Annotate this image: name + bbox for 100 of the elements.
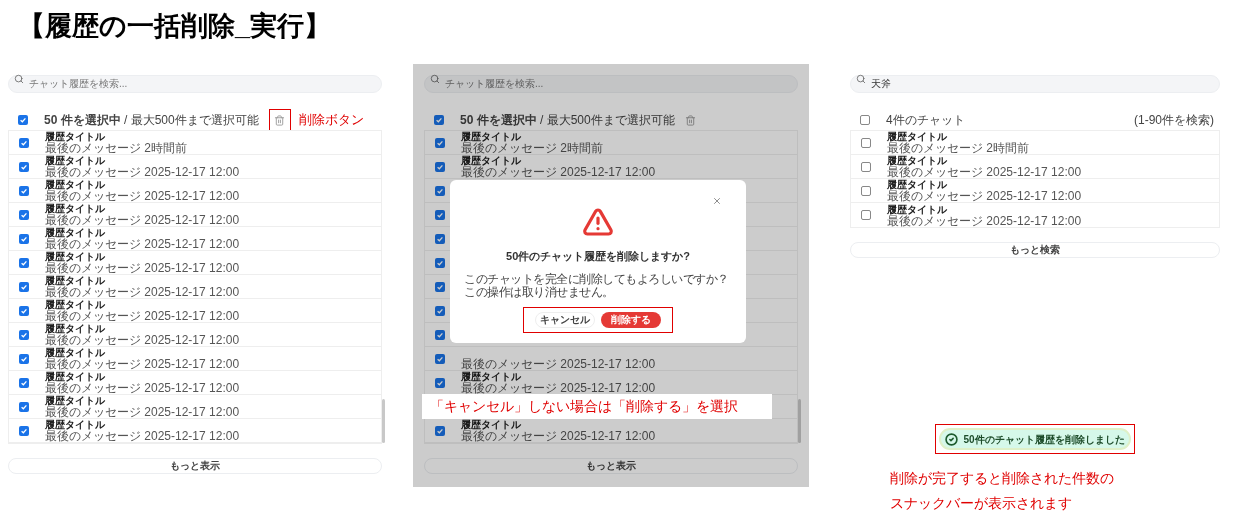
row-subtitle: 最後のメッセージ 2025-12-17 12:00: [45, 190, 240, 202]
checkbox[interactable]: [435, 209, 445, 220]
annotation-note: スナックバーが表示されます: [890, 494, 1073, 513]
row-title: 履歴タイトル: [887, 131, 948, 142]
row-subtitle: 最後のメッセージ 2025-12-17 12:00: [461, 430, 656, 442]
row-title: 履歴タイトル: [461, 419, 522, 430]
row-subtitle: 最後のメッセージ 2025-12-17 12:00: [45, 214, 240, 226]
row-subtitle: 最後のメッセージ 2025-12-17 12:00: [45, 334, 240, 346]
delete-button[interactable]: 削除する: [601, 311, 661, 328]
annotation-label: 「キャンセル」しない場合は「削除する」を選択: [422, 394, 772, 419]
checkbox[interactable]: [19, 257, 29, 268]
checkbox[interactable]: [434, 115, 444, 125]
row-subtitle: 最後のメッセージ 2025-12-17 12:00: [45, 286, 240, 298]
row-subtitle: 最後のメッセージ 2025-12-17 12:00: [45, 382, 240, 394]
checkbox[interactable]: [861, 210, 871, 220]
row-subtitle: 最後のメッセージ 2025-12-17 12:00: [887, 166, 1082, 178]
checkbox[interactable]: [435, 281, 445, 292]
checkbox[interactable]: [435, 185, 445, 196]
search-icon: [14, 74, 24, 84]
row-subtitle: 最後のメッセージ 2025-12-17 12:00: [461, 166, 656, 178]
more-button[interactable]: もっと検索: [850, 242, 1220, 258]
checkbox[interactable]: [861, 161, 871, 172]
checkbox[interactable]: [861, 137, 871, 148]
search-icon: [430, 74, 440, 84]
checkbox[interactable]: [435, 257, 445, 268]
annotation-note: 削除が完了すると削除された件数の: [890, 469, 1115, 488]
row-subtitle: 最後のメッセージ 2時間前: [887, 142, 1029, 154]
checkbox[interactable]: [861, 185, 871, 196]
row-title: 履歴タイトル: [45, 347, 106, 358]
row-title: 履歴タイトル: [45, 227, 106, 238]
row-title: 履歴タイトル: [461, 371, 522, 382]
row-subtitle: 最後のメッセージ 2025-12-17 12:00: [461, 358, 656, 370]
close-icon[interactable]: [712, 196, 722, 206]
scrollbar[interactable]: [798, 399, 801, 443]
search-field[interactable]: チャット履歴を検索...: [424, 74, 798, 93]
row-title: 履歴タイトル: [887, 203, 948, 215]
check-icon: [945, 432, 959, 446]
row-title: 履歴タイトル: [45, 251, 106, 262]
trash-icon[interactable]: [684, 114, 696, 126]
checkbox[interactable]: [435, 329, 445, 340]
more-button[interactable]: もっと表示: [8, 458, 382, 474]
row-subtitle: 最後のメッセージ 2025-12-17 12:00: [887, 214, 1082, 227]
checkbox[interactable]: [19, 377, 29, 388]
checkbox[interactable]: [435, 425, 445, 436]
row-title: 履歴タイトル: [887, 155, 948, 166]
row-subtitle: 最後のメッセージ 2025-12-17 12:00: [45, 406, 240, 418]
checkbox[interactable]: [18, 115, 28, 125]
checkbox[interactable]: [19, 305, 29, 316]
row-title: 履歴タイトル: [45, 275, 106, 286]
row-title: 履歴タイトル: [45, 131, 106, 142]
checkbox[interactable]: [19, 281, 29, 292]
more-button[interactable]: もっと表示: [424, 458, 798, 474]
checkbox[interactable]: [19, 233, 29, 244]
checkbox[interactable]: [435, 137, 445, 148]
search-icon: [856, 74, 866, 84]
checkbox[interactable]: [19, 425, 29, 436]
checkbox[interactable]: [19, 161, 29, 172]
selection-count: 50 件を選択中 / 最大500件まで選択可能: [44, 112, 259, 129]
row-subtitle: 最後のメッセージ 2025-12-17 12:00: [45, 358, 240, 370]
result-count: (1-90件を検索): [1134, 112, 1214, 129]
row-subtitle: 最後のメッセージ 2時間前: [461, 142, 603, 154]
row-title: 履歴タイトル: [45, 395, 106, 406]
row-subtitle: 最後のメッセージ 2時間前: [45, 142, 187, 154]
checkbox[interactable]: [435, 377, 445, 388]
row-title: 履歴タイトル: [461, 131, 522, 142]
selection-count: 4件のチャット: [886, 112, 965, 129]
trash-icon[interactable]: [274, 114, 286, 126]
row-title: 履歴タイトル: [45, 155, 106, 166]
cancel-button[interactable]: キャンセル: [535, 311, 595, 328]
search-field[interactable]: 天斧: [850, 75, 1220, 93]
checkbox[interactable]: [19, 353, 29, 364]
checkbox[interactable]: [19, 209, 29, 220]
checkbox[interactable]: [435, 233, 445, 244]
row-title: 履歴タイトル: [45, 179, 106, 190]
checkbox[interactable]: [19, 401, 29, 412]
selection-count: 50 件を選択中 / 最大500件まで選択可能: [460, 112, 675, 129]
snackbar-message: 50件のチャット履歴を削除しました: [963, 432, 1125, 447]
checkbox[interactable]: [435, 305, 445, 316]
row-subtitle: 最後のメッセージ 2025-12-17 12:00: [45, 310, 240, 322]
row-subtitle: 最後のメッセージ 2025-12-17 12:00: [45, 166, 240, 178]
checkbox[interactable]: [435, 161, 445, 172]
row-subtitle: 最後のメッセージ 2025-12-17 12:00: [461, 382, 656, 394]
checkbox[interactable]: [19, 185, 29, 196]
dialog-message: このチャットを完全に削除してもよろしいですか？: [464, 272, 729, 286]
warning-icon: [582, 206, 614, 238]
row-title: 履歴タイトル: [45, 371, 106, 382]
checkbox[interactable]: [860, 115, 870, 125]
row-subtitle: 最後のメッセージ 2025-12-17 12:00: [45, 238, 240, 250]
row-title: 履歴タイトル: [45, 323, 106, 334]
checkbox[interactable]: [435, 353, 445, 364]
row-subtitle: 最後のメッセージ 2025-12-17 12:00: [45, 430, 240, 442]
search-field[interactable]: チャット履歴を検索...: [8, 74, 382, 93]
scrollbar[interactable]: [382, 399, 385, 443]
page-title: 【履歴の一括削除_実行】: [17, 10, 333, 43]
checkbox[interactable]: [19, 137, 29, 148]
row-title: 履歴タイトル: [45, 419, 106, 430]
row-title: 履歴タイトル: [461, 155, 522, 166]
checkbox[interactable]: [19, 329, 29, 340]
row-title: 履歴タイトル: [45, 203, 106, 214]
row-title: 履歴タイトル: [45, 299, 106, 310]
